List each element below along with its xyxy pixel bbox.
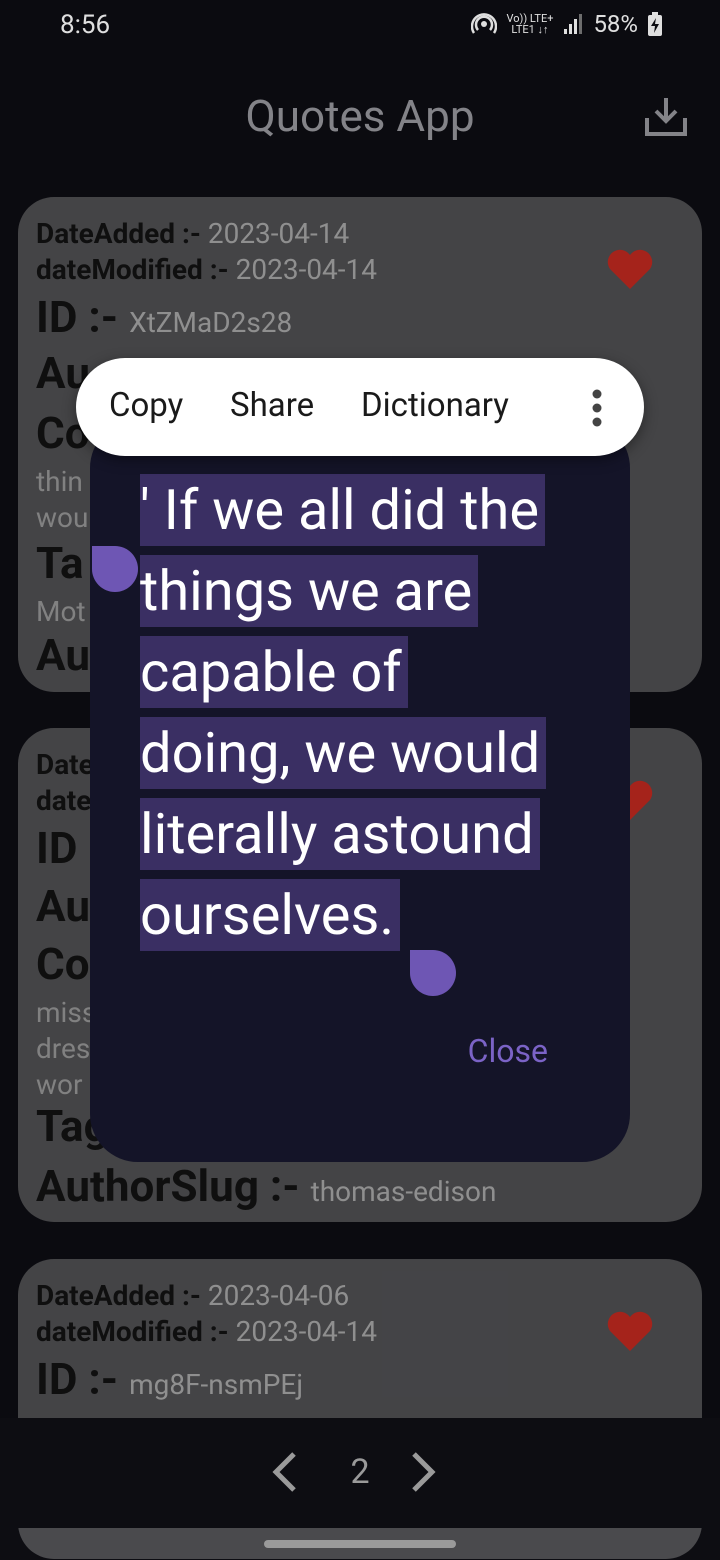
share-button[interactable]: Share: [230, 386, 314, 425]
more-vert-icon[interactable]: [590, 388, 604, 428]
quote-dialog: ' If we all did the things we are capabl…: [90, 420, 630, 1162]
home-indicator[interactable]: [264, 1540, 456, 1548]
quote-line[interactable]: ourselves.: [140, 879, 401, 951]
dictionary-button[interactable]: Dictionary: [361, 386, 509, 425]
close-button[interactable]: Close: [468, 1032, 548, 1070]
quote-line[interactable]: capable of: [140, 636, 408, 708]
chevron-right-icon[interactable]: [406, 1448, 442, 1496]
selection-end-handle[interactable]: [410, 950, 456, 996]
pager: 2: [0, 1418, 720, 1528]
quote-line[interactable]: literally astound: [140, 798, 540, 870]
quote-line[interactable]: doing, we would: [140, 717, 547, 789]
copy-button[interactable]: Copy: [109, 386, 183, 425]
quote-line[interactable]: ' If we all did the: [140, 474, 546, 546]
page-number: 2: [350, 1452, 370, 1492]
selection-start-handle[interactable]: [92, 546, 138, 592]
text-selection-toolbar: Copy Share Dictionary: [76, 358, 644, 456]
quote-line[interactable]: things we are: [140, 555, 479, 627]
quote-text[interactable]: ' If we all did the things we are capabl…: [140, 474, 547, 960]
